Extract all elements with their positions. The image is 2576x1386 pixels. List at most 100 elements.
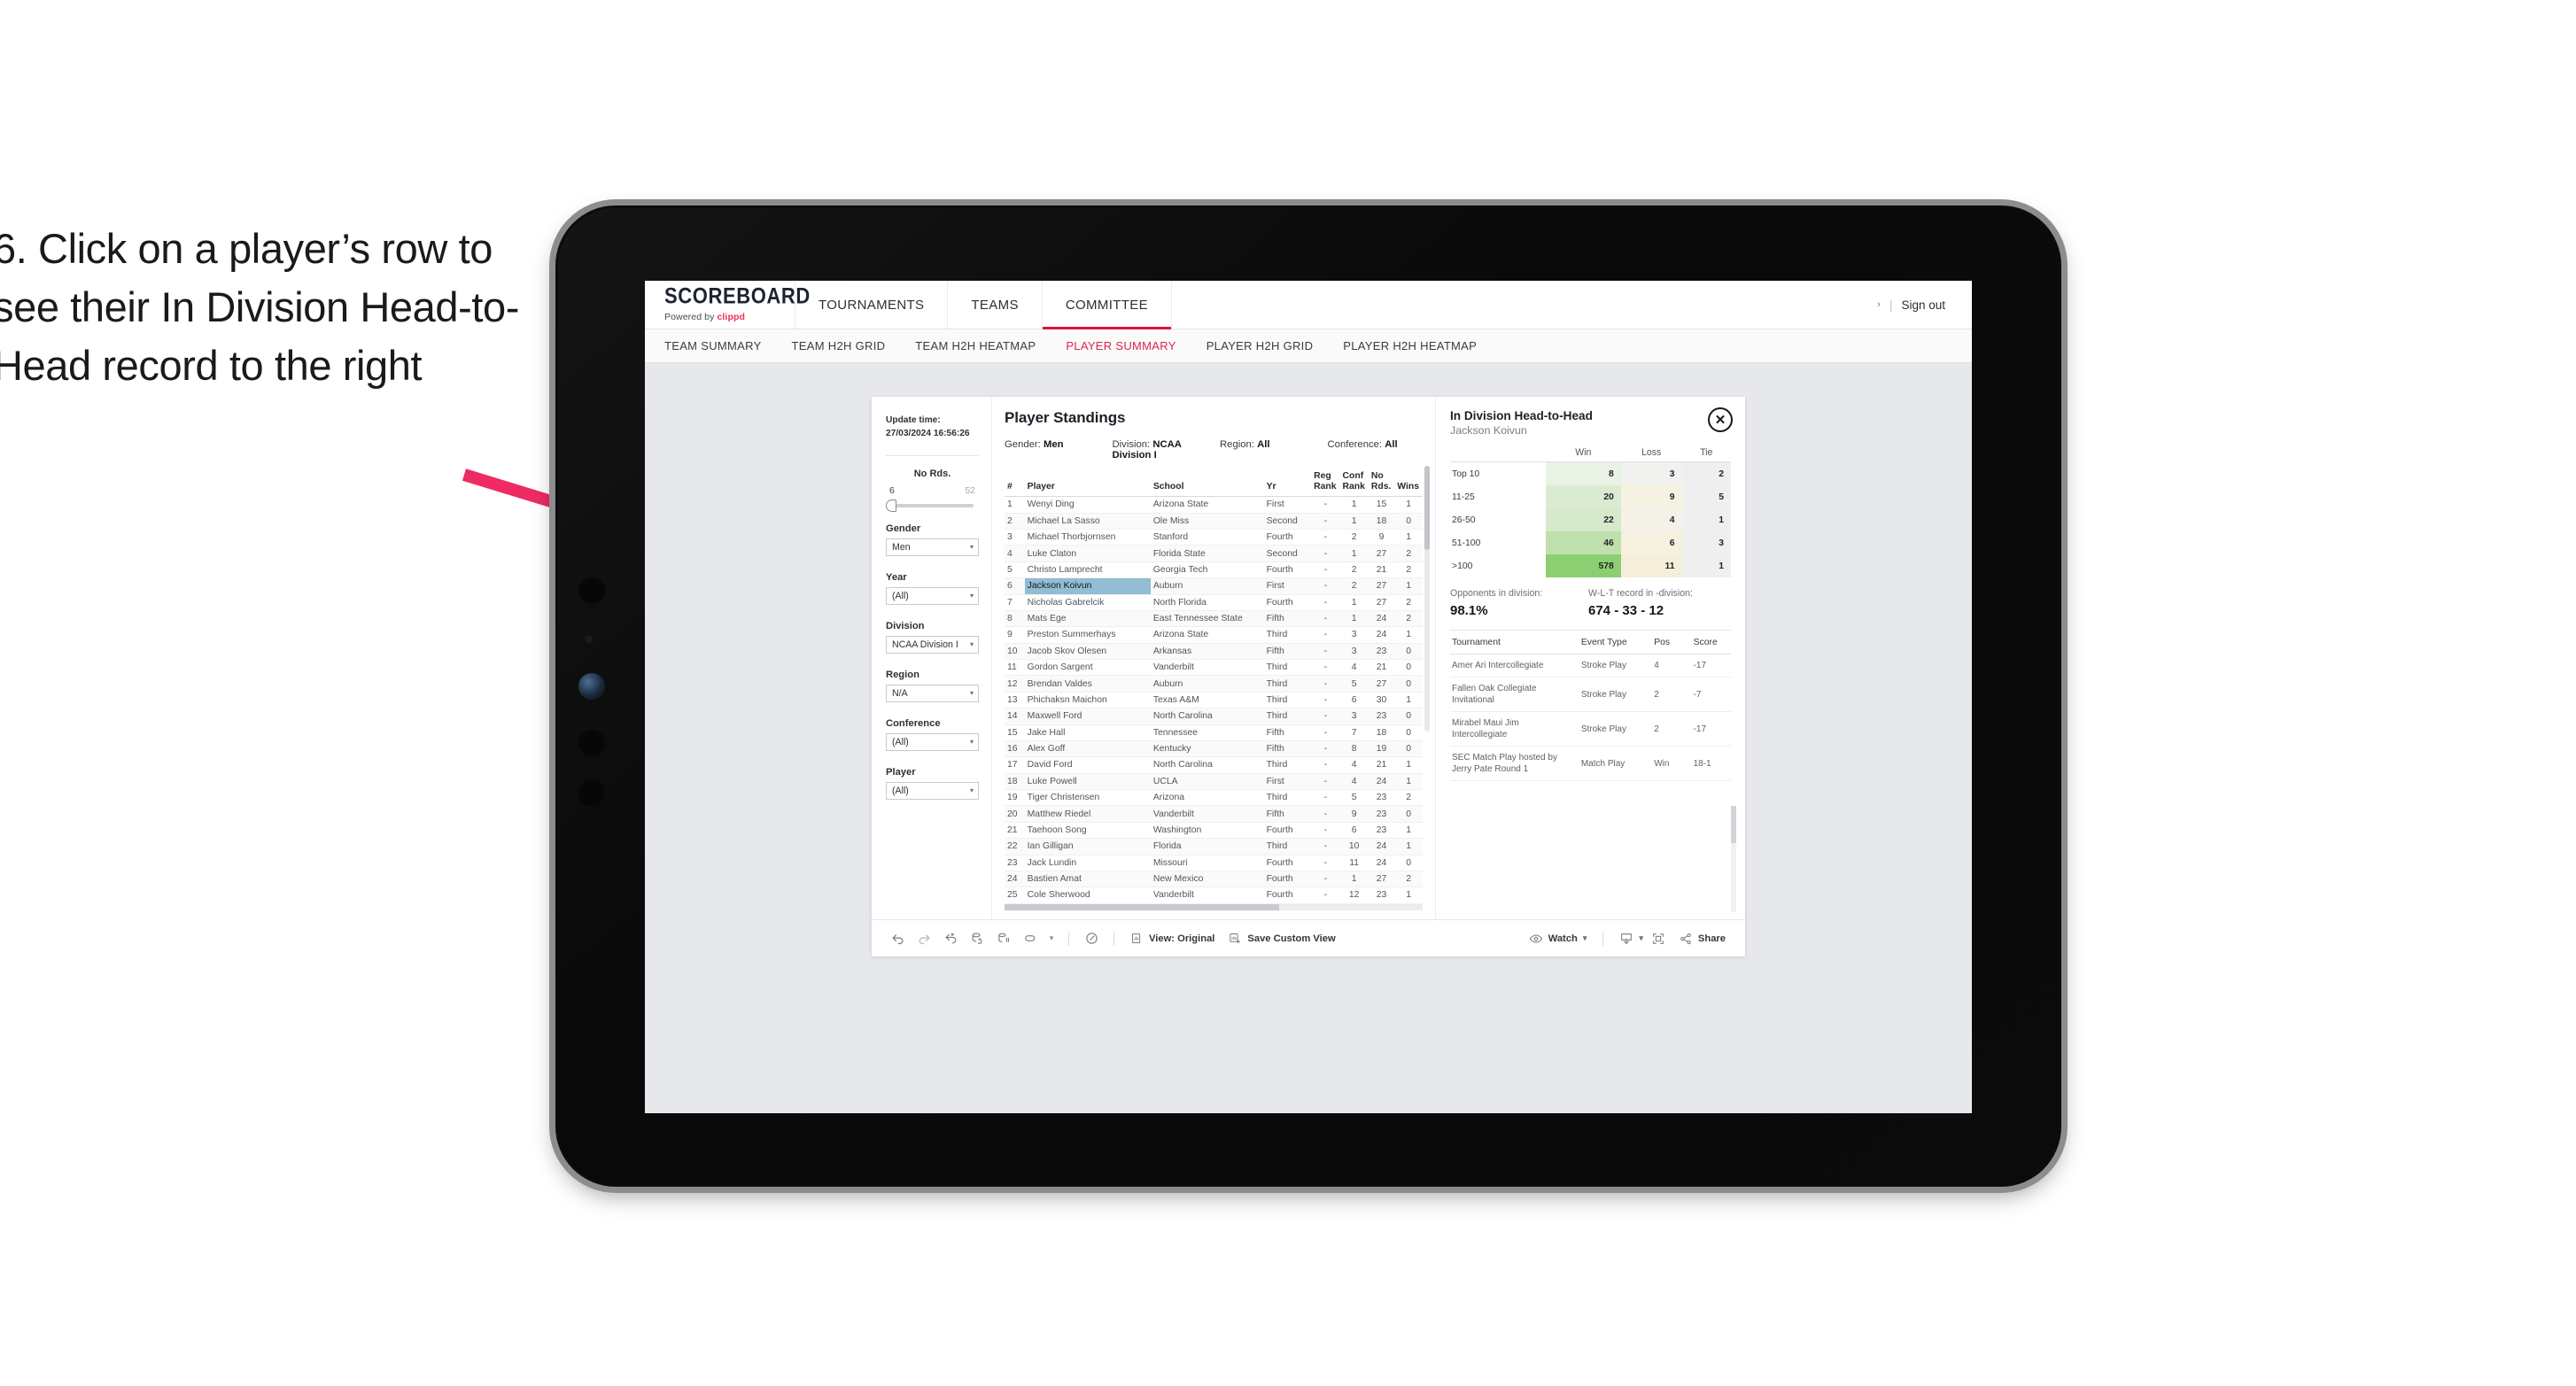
tab-player-summary[interactable]: PLAYER SUMMARY [1066, 339, 1175, 352]
table-row[interactable]: 9 Preston Summerhays Arizona State Third -3 2… [1005, 626, 1423, 644]
h2h-cell-loss: 11 [1620, 554, 1682, 577]
tournament-row[interactable]: SEC Match Play hosted by Jerry Pate Roun… [1450, 746, 1731, 781]
redo-icon[interactable] [911, 931, 937, 946]
filter-division-select[interactable]: NCAA Division I ▾ [886, 635, 979, 654]
pan-tool-icon[interactable] [1017, 931, 1044, 946]
filter-gender-select[interactable]: Men ▾ [886, 538, 979, 556]
table-row[interactable]: 15 Jake Hall Tennessee Fifth -7 18 0 [1005, 724, 1423, 741]
h2h-cell-win: 20 [1545, 485, 1621, 508]
nav-tournaments[interactable]: TOURNAMENTS [795, 281, 949, 329]
h2h-band-label: 51-100 [1452, 538, 1481, 548]
chevron-down-icon[interactable]: ▾ [1044, 933, 1059, 943]
chevron-down-icon: ▾ [969, 738, 974, 747]
share-button[interactable]: Share [1672, 932, 1733, 946]
highlight-icon[interactable] [1078, 931, 1105, 946]
watch-button[interactable]: Watch ▾ [1522, 932, 1594, 946]
cell-reg-rank: - [1311, 789, 1340, 807]
table-row[interactable]: 21 Taehoon Song Washington Fourth -6 23 1 [1005, 822, 1423, 840]
h2h-col-tie: Tie [1681, 447, 1731, 462]
chevron-down-icon: ▾ [1582, 933, 1587, 942]
table-row[interactable]: 16 Alex Goff Kentucky Fifth -8 19 0 [1005, 740, 1423, 758]
cell-reg-rank: - [1311, 577, 1340, 595]
table-row[interactable]: 24 Bastien Amat New Mexico Fourth -1 27 2 [1005, 871, 1423, 888]
table-row[interactable]: 5 Christo Lamprecht Georgia Tech Fourth -2 21… [1005, 561, 1423, 579]
table-row[interactable]: 4 Luke Claton Florida State Second -1 27 2 [1005, 545, 1423, 562]
col-school[interactable]: School [1150, 471, 1264, 498]
table-row[interactable]: 18 Luke Powell UCLA First -4 24 1 [1005, 773, 1423, 791]
tab-team-h2h-grid[interactable]: TEAM H2H GRID [792, 339, 886, 352]
cell-wins: 1 [1394, 756, 1423, 774]
col-rank[interactable]: # [1005, 471, 1025, 498]
tournament-row[interactable]: Amer Ari Intercollegiate Stroke Play 4 -17 [1450, 654, 1731, 678]
tournament-row[interactable]: Fallen Oak Collegiate Invitational Stroke… [1450, 677, 1731, 712]
col-player[interactable]: Player [1024, 471, 1151, 498]
refresh-data-icon[interactable] [964, 931, 990, 946]
col-wins[interactable]: Wins [1394, 471, 1423, 498]
table-row[interactable]: 17 David Ford North Carolina Third -4 21 1 [1005, 756, 1423, 774]
chevron-right-icon[interactable]: › [1877, 299, 1881, 310]
table-row[interactable]: 13 Phichaksn Maichon Texas A&M Third -6 30 1 [1005, 692, 1423, 709]
tab-player-h2h-heatmap[interactable]: PLAYER H2H HEATMAP [1343, 339, 1477, 352]
table-row[interactable]: 11 Gordon Sargent Vanderbilt Third -4 21 0 [1005, 659, 1423, 677]
table-row[interactable]: 22 Ian Gilligan Florida Third -10 24 1 [1005, 838, 1423, 856]
nav-committee[interactable]: COMMITTEE [1042, 281, 1173, 329]
filter-region-select[interactable]: N/A ▾ [886, 684, 979, 702]
fullscreen-icon[interactable] [1645, 932, 1672, 946]
table-row[interactable]: 20 Matthew Riedel Vanderbilt Fifth -9 23 0 [1005, 805, 1423, 823]
save-custom-view-button[interactable]: Save Custom View [1222, 932, 1342, 945]
filter-gender: Gender Men ▾ [886, 523, 979, 556]
tournament-row[interactable]: Mirabel Maui Jim Intercollegiate Stroke P… [1450, 711, 1731, 747]
pause-auto-update-icon[interactable] [990, 931, 1017, 946]
table-row[interactable]: 10 Jacob Skov Olesen Arkansas Fifth -3 23 0 [1005, 643, 1423, 661]
cell-year: Fifth [1263, 610, 1312, 628]
nav-teams[interactable]: TEAMS [948, 281, 1043, 329]
close-icon[interactable]: ✕ [1708, 407, 1733, 432]
table-row[interactable]: 25 Cole Sherwood Vanderbilt Fourth -12 23 1 [1005, 887, 1423, 904]
cell-reg-rank: - [1311, 675, 1340, 693]
chevron-down-icon: ▾ [969, 689, 974, 698]
cell-year: Fifth [1263, 740, 1312, 758]
no-rounds-slider[interactable] [886, 499, 974, 512]
download-button[interactable]: ▾ [1612, 932, 1645, 946]
table-row[interactable]: 2 Michael La Sasso Ole Miss Second -1 18 0 [1005, 513, 1423, 530]
tablet-device: SCOREBOARD Powered by clippd TOURNAMENTS… [555, 205, 2061, 1187]
cell-player: Jacob Skov Olesen [1024, 643, 1151, 661]
col-reg-rank[interactable]: Reg Rank [1311, 471, 1340, 498]
stat-wlt-record: W-L-T record in -division: 674 - 33 - 12 [1583, 588, 1693, 618]
standings-vertical-scrollbar[interactable] [1424, 466, 1430, 732]
h2h-cell-loss: 9 [1620, 485, 1682, 508]
cell-school: Auburn [1150, 577, 1264, 595]
filter-conference-select[interactable]: (All) ▾ [886, 732, 979, 751]
col-year[interactable]: Yr [1263, 471, 1312, 498]
h2h-cell-win: 46 [1545, 531, 1621, 554]
table-row[interactable]: 14 Maxwell Ford North Carolina Third -3 23 0 [1005, 708, 1423, 725]
tab-team-summary[interactable]: TEAM SUMMARY [664, 339, 762, 352]
revert-icon[interactable] [937, 931, 964, 946]
tab-team-h2h-heatmap[interactable]: TEAM H2H HEATMAP [915, 339, 1036, 352]
table-row[interactable]: 7 Nicholas Gabrelcik North Florida Fourth -1… [1005, 594, 1423, 611]
h2h-cell-win: 22 [1545, 508, 1621, 531]
col-conf-rank[interactable]: Conf Rank [1339, 471, 1369, 498]
cell-reg-rank: - [1311, 513, 1340, 530]
tab-player-h2h-grid[interactable]: PLAYER H2H GRID [1207, 339, 1314, 352]
table-row[interactable]: 23 Jack Lundin Missouri Fourth -11 24 0 [1005, 855, 1423, 871]
cell-school: Washington [1150, 822, 1264, 840]
slider-handle[interactable] [886, 499, 896, 512]
table-row[interactable]: 19 Tiger Christensen Arizona Third -5 23 2 [1005, 789, 1423, 807]
table-row[interactable]: 1 Wenyi Ding Arizona State First -1 15 1 [1005, 496, 1423, 514]
undo-icon[interactable] [884, 931, 911, 946]
table-row[interactable]: 6 Jackson Koivun Auburn First -2 27 1 [1005, 577, 1423, 595]
view-original-button[interactable]: View: Original [1123, 932, 1222, 945]
standings-horizontal-scrollbar[interactable] [1005, 904, 1423, 910]
col-no-rds[interactable]: No Rds. [1368, 471, 1395, 498]
sign-out-button[interactable]: Sign out [1901, 298, 1945, 312]
filter-player-select[interactable]: (All) ▾ [886, 781, 979, 800]
app-logo[interactable]: SCOREBOARD Powered by clippd [645, 281, 810, 329]
chevron-down-icon: ▾ [1639, 933, 1643, 942]
filter-year-select[interactable]: (All) ▾ [886, 586, 979, 605]
table-row[interactable]: 3 Michael Thorbjornsen Stanford Fourth -2 9 1 [1005, 529, 1423, 546]
tournament-scrollbar[interactable] [1731, 806, 1736, 912]
table-row[interactable]: 8 Mats Ege East Tennessee State Fifth -1 24 2 [1005, 610, 1423, 628]
table-row[interactable]: 12 Brendan Valdes Auburn Third -5 27 0 [1005, 675, 1423, 693]
cell-school: Vanderbilt [1150, 805, 1264, 823]
